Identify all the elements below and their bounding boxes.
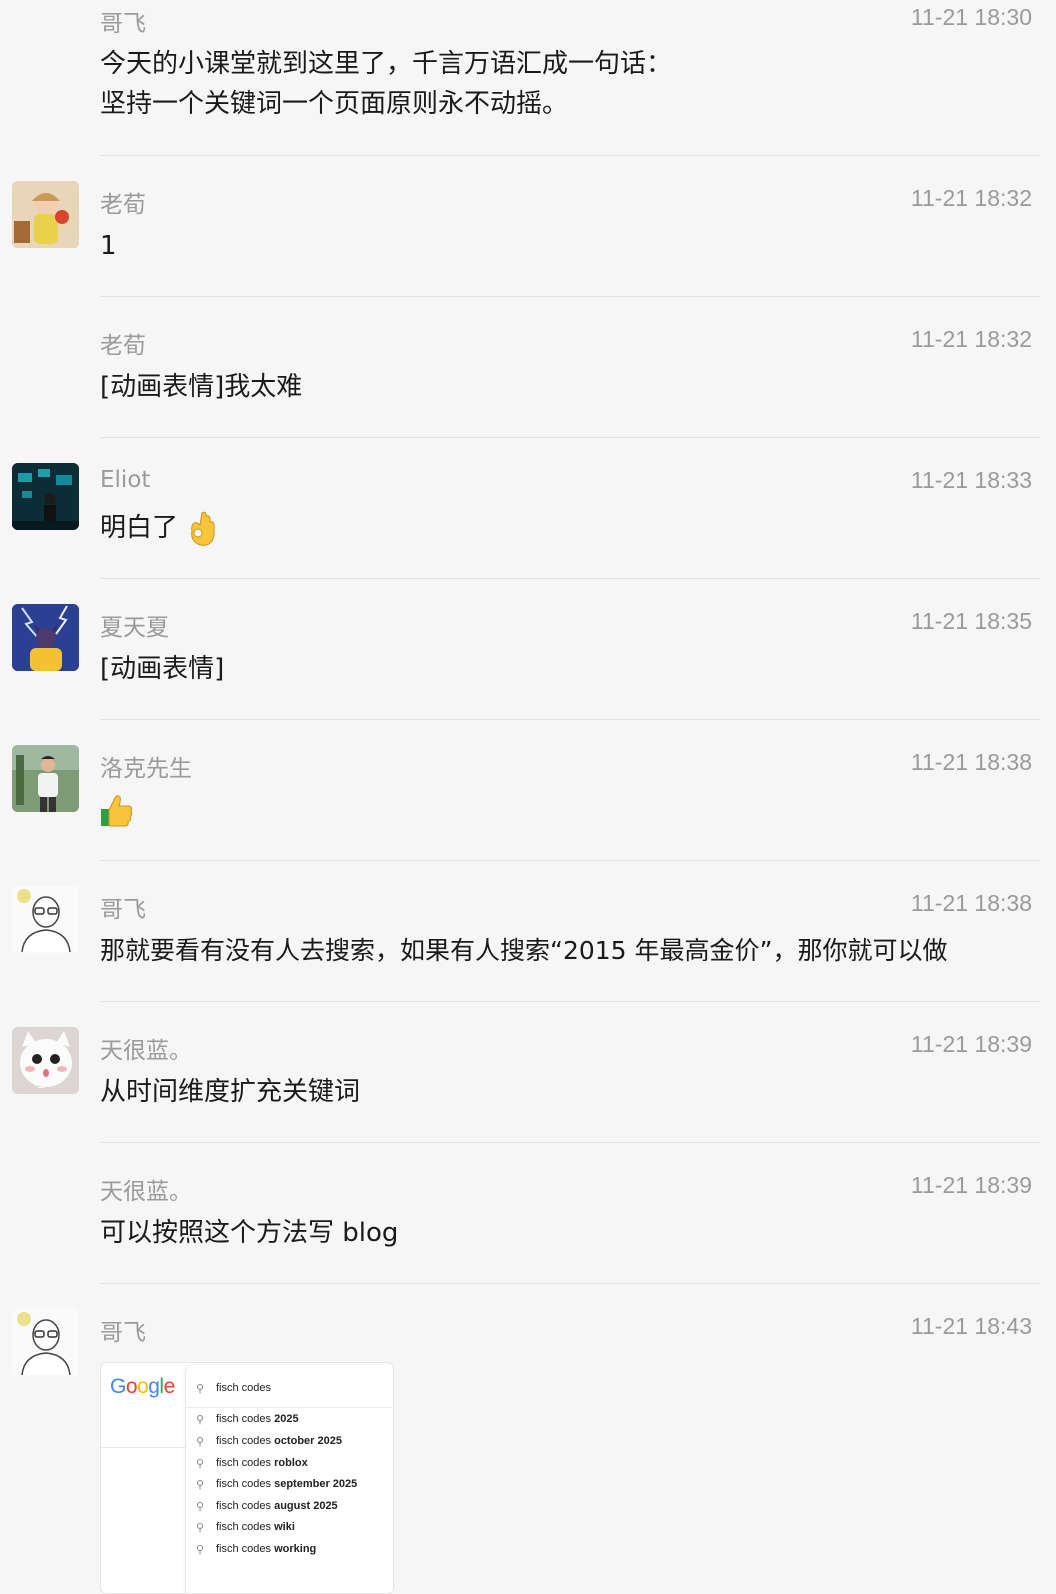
message-time: 11-21 18:33	[910, 467, 1032, 493]
avatar-image	[12, 604, 79, 671]
message-time: 11-21 18:39	[910, 1172, 1032, 1198]
message-text: 明白了	[100, 508, 218, 548]
message-time: 11-21 18:35	[910, 608, 1032, 634]
avatar[interactable]	[12, 463, 79, 530]
sender-name[interactable]: 天很蓝。	[100, 1031, 192, 1065]
avatar[interactable]	[12, 886, 79, 953]
ok-hand-emoji-icon	[191, 511, 215, 546]
message-text-line: 明白了	[100, 513, 179, 543]
message-time: 11-21 18:39	[910, 1031, 1032, 1057]
message-text-line: 今天的小课堂就到这里了，千言万语汇成一句话：	[100, 49, 673, 79]
message-text-line: 从时间维度扩充关键词	[100, 1077, 361, 1107]
google-logo: Google	[110, 1375, 175, 1398]
avatar-image	[12, 745, 79, 812]
search-suggestion[interactable]: fisch codes working	[216, 1543, 316, 1555]
sender-name[interactable]: 老荀	[100, 326, 146, 360]
avatar[interactable]	[12, 1309, 79, 1376]
search-suggestion[interactable]: fisch codes 2025	[216, 1413, 299, 1425]
message-time: 11-21 18:32	[910, 185, 1032, 211]
avatar-badge-text: 哇~	[34, 1077, 55, 1090]
message-time: 11-21 18:32	[910, 326, 1032, 352]
avatar-image	[12, 181, 79, 248]
avatar[interactable]	[12, 745, 79, 812]
sender-name[interactable]: 老荀	[100, 185, 146, 219]
sender-name[interactable]: 夏天夏	[100, 608, 169, 642]
message-text-line: 1	[100, 231, 117, 261]
message-divider	[100, 437, 1040, 438]
divider	[101, 1447, 185, 1448]
message-time: 11-21 18:30	[910, 4, 1032, 30]
message-divider	[100, 155, 1040, 156]
avatar[interactable]: 哇~	[12, 1027, 79, 1094]
sender-name[interactable]: Eliot	[100, 467, 150, 493]
search-icon: ⚲	[196, 1500, 205, 1513]
sender-name[interactable]: 洛克先生	[100, 749, 192, 783]
sender-name[interactable]: 哥飞	[100, 4, 146, 38]
message-text-line: 坚持一个关键词一个页面原则永不动摇。	[100, 89, 569, 119]
search-icon: ⚲	[196, 1478, 205, 1491]
search-icon: ⚲	[196, 1435, 205, 1448]
message-divider	[100, 578, 1040, 579]
search-query: fisch codes	[216, 1382, 272, 1394]
message-text-line: [动画表情]	[100, 654, 225, 684]
divider	[186, 1407, 393, 1408]
message-divider	[100, 1283, 1040, 1284]
message-time: 11-21 18:43	[910, 1313, 1032, 1339]
search-icon: ⚲	[196, 1457, 205, 1470]
search-suggestion[interactable]: fisch codes october 2025	[216, 1435, 342, 1447]
thumbs-up-emoji-icon	[101, 794, 133, 826]
search-suggestions-dropdown: ⚲ fisch codes ⚲ fisch codes 2025 ⚲ fisch…	[185, 1365, 393, 1593]
search-suggestion[interactable]: fisch codes wiki	[216, 1521, 295, 1533]
message-divider	[100, 1142, 1040, 1143]
avatar[interactable]	[12, 181, 79, 248]
message-divider	[100, 1001, 1040, 1002]
avatar[interactable]	[12, 604, 79, 671]
search-icon: ⚲	[196, 1413, 205, 1426]
search-icon: ⚲	[196, 1382, 205, 1395]
avatar-image	[12, 463, 79, 530]
message-divider	[100, 296, 1040, 297]
avatar-image	[12, 1309, 79, 1376]
sender-name[interactable]: 哥飞	[100, 1313, 146, 1347]
message-text-line: 那就要看有没有人去搜索，如果有人搜索“2015 年最高金价”，那你就可以做	[100, 936, 948, 965]
image-attachment[interactable]: Google ⚲ fisch codes ⚲ fisch codes 2025 …	[100, 1362, 394, 1594]
search-icon: ⚲	[196, 1543, 205, 1556]
search-suggestion[interactable]: fisch codes september 2025	[216, 1478, 357, 1490]
sender-name[interactable]: 天很蓝。	[100, 1172, 192, 1206]
sender-name[interactable]: 哥飞	[100, 890, 146, 924]
avatar-image	[12, 886, 79, 953]
message-divider	[100, 719, 1040, 720]
search-icon: ⚲	[196, 1521, 205, 1534]
message-time: 11-21 18:38	[910, 890, 1032, 916]
message-text	[100, 790, 134, 830]
search-suggestion[interactable]: fisch codes august 2025	[216, 1500, 338, 1512]
search-suggestion[interactable]: fisch codes roblox	[216, 1457, 308, 1469]
message-text-line: 可以按照这个方法写 blog	[100, 1218, 399, 1248]
message-text-line: [动画表情]我太难	[100, 372, 303, 402]
message-time: 11-21 18:38	[910, 749, 1032, 775]
message-divider	[100, 860, 1040, 861]
